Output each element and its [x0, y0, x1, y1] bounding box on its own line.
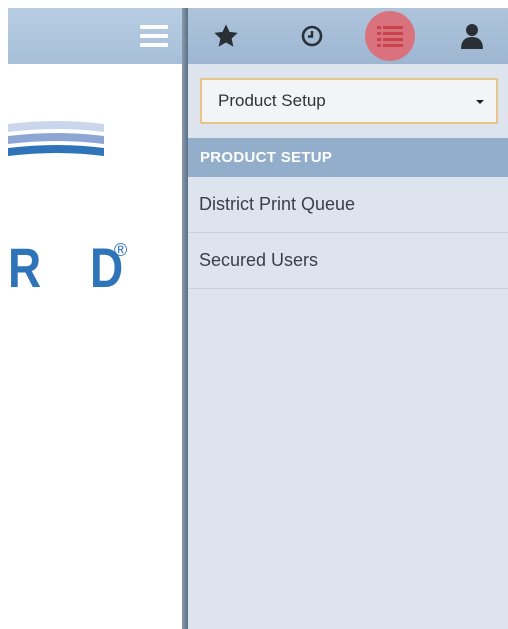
toolbar [188, 8, 508, 64]
section-title: PRODUCT SETUP [200, 149, 333, 166]
menu-item-label: District Print Queue [199, 194, 356, 214]
caret-down-icon [476, 100, 484, 104]
product-select-value: Product Setup [218, 91, 326, 110]
history-button[interactable] [284, 8, 340, 64]
clock-icon [301, 25, 323, 47]
logo-stripes-icon [8, 121, 104, 156]
hamburger-menu-icon[interactable] [140, 25, 168, 47]
active-indicator [365, 11, 415, 61]
left-panel: R D ® [8, 8, 186, 629]
section-header: PRODUCT SETUP [188, 138, 508, 177]
menu-list-button[interactable] [362, 8, 418, 64]
menu-item-secured-users[interactable]: Secured Users [188, 233, 508, 289]
list-icon [377, 26, 403, 47]
left-header-bar [8, 8, 186, 64]
user-button[interactable] [444, 8, 500, 64]
registered-mark: ® [114, 240, 128, 260]
star-icon [214, 24, 238, 47]
right-panel: Product Setup PRODUCT SETUP District Pri… [188, 8, 508, 629]
favorites-button[interactable] [198, 8, 254, 64]
product-select[interactable]: Product Setup [200, 78, 498, 124]
menu-item-label: Secured Users [199, 250, 319, 270]
menu-item-district-print-queue[interactable]: District Print Queue [188, 177, 508, 233]
user-icon [461, 24, 483, 49]
